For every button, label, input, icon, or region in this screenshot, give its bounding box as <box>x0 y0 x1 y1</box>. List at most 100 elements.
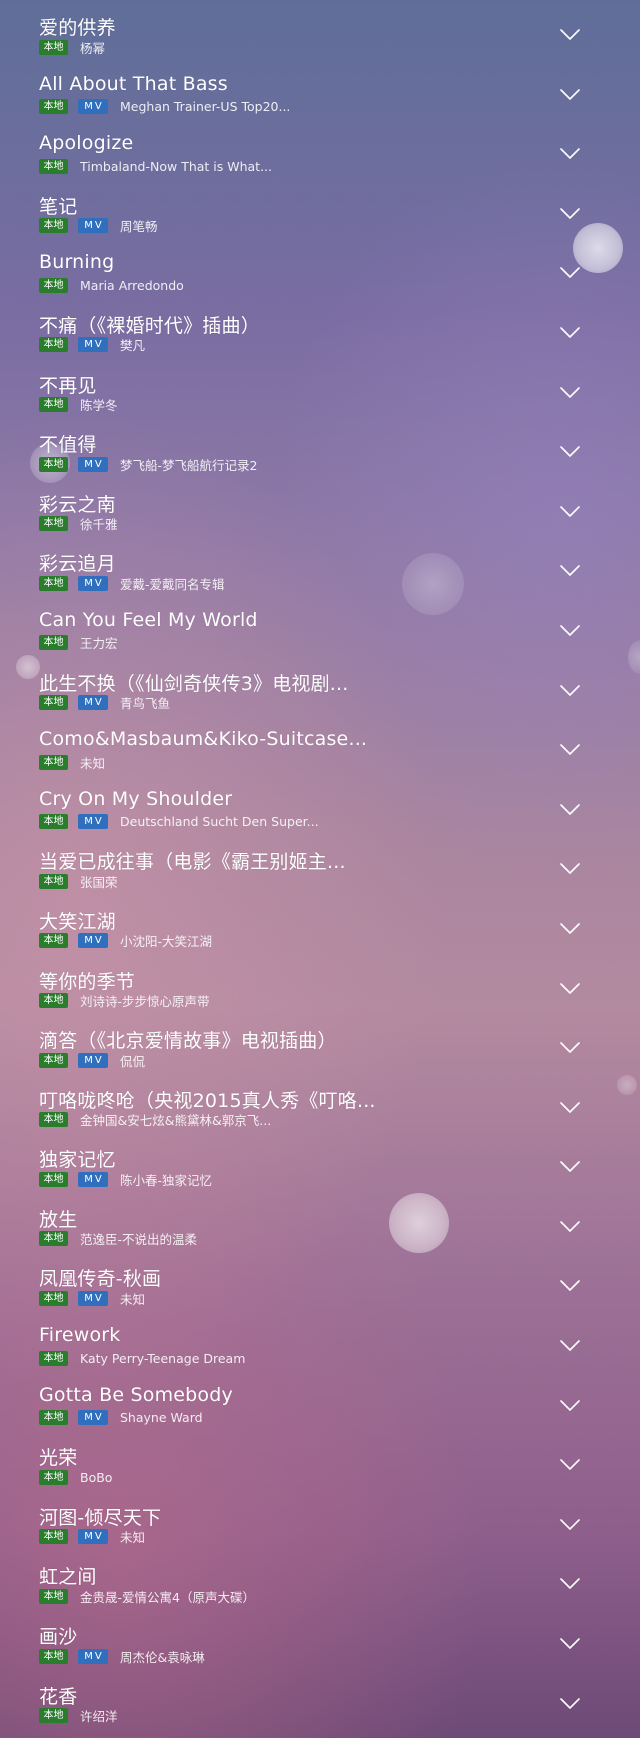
song-title: 彩云之南 <box>39 493 116 516</box>
song-artist: 未知 <box>120 1530 146 1546</box>
mv-badge[interactable]: MV <box>78 695 108 711</box>
local-badge: 本地 <box>39 1708 68 1724</box>
chevron-down-icon[interactable] <box>560 1161 580 1173</box>
song-row[interactable]: 放生 本地 范逸臣-不说出的温柔 <box>0 1192 640 1252</box>
song-row[interactable]: 此生不换（《仙剑奇侠传3》电视剧... 本地 MV 青鸟飞鱼 <box>0 656 640 716</box>
song-row[interactable]: 河图-倾尽天下 本地 MV 未知 <box>0 1490 640 1550</box>
song-meta: 本地 MV Meghan Trainer-US Top20... <box>39 99 290 115</box>
mv-badge[interactable]: MV <box>78 1171 108 1187</box>
chevron-down-icon[interactable] <box>560 982 580 995</box>
chevron-down-icon[interactable] <box>560 88 580 101</box>
chevron-down-icon[interactable] <box>560 863 580 875</box>
song-row[interactable]: Como&Masbaum&Kiko-Suitcase... 本地 未知 <box>0 715 640 775</box>
mv-badge[interactable]: MV <box>78 1052 108 1068</box>
mv-badge[interactable]: MV <box>78 337 108 353</box>
song-row[interactable]: 不再见 本地 陈学冬 <box>0 358 640 418</box>
song-artist: 未知 <box>120 1291 146 1307</box>
song-row[interactable]: 凤凰传奇-秋画 本地 MV 未知 <box>0 1251 640 1311</box>
mv-badge[interactable]: MV <box>78 218 108 234</box>
chevron-down-icon[interactable] <box>560 386 580 399</box>
chevron-down-icon[interactable] <box>560 1519 580 1531</box>
chevron-down-icon[interactable] <box>560 923 580 935</box>
local-badge: 本地 <box>39 1588 68 1604</box>
chevron-down-icon[interactable] <box>560 327 580 339</box>
song-row[interactable]: Cry On My Shoulder 本地 MV Deutschland Sucht … <box>0 775 640 835</box>
song-row[interactable]: 独家记忆 本地 MV 陈小春-独家记忆 <box>0 1132 640 1192</box>
chevron-down-icon[interactable] <box>560 1042 580 1054</box>
local-badge: 本地 <box>39 1410 68 1426</box>
chevron-down-icon[interactable] <box>560 1221 580 1233</box>
song-meta: 本地 BoBo <box>39 1469 112 1485</box>
chevron-down-icon[interactable] <box>560 1578 580 1590</box>
chevron-down-icon[interactable] <box>560 1459 580 1471</box>
song-row[interactable]: Apologize 本地 Timbaland-Now That is What... <box>0 119 640 179</box>
mv-badge[interactable]: MV <box>78 1410 108 1426</box>
song-row[interactable]: 滴答（《北京爱情故事》电视插曲） 本地 MV 侃侃 <box>0 1013 640 1073</box>
local-badge: 本地 <box>39 516 68 532</box>
song-artist: 杨幂 <box>80 40 106 56</box>
song-row[interactable]: Firework 本地 Katy Perry-Teenage Dream <box>0 1311 640 1371</box>
chevron-down-icon[interactable] <box>560 803 580 816</box>
song-title: 不痛（《裸婚时代》插曲） <box>39 314 260 337</box>
chevron-down-icon[interactable] <box>560 1280 580 1292</box>
song-artist: Meghan Trainer-US Top20... <box>120 99 291 115</box>
song-row[interactable]: 虹之间 本地 金贵晟-爱情公寓4（原声大碟） <box>0 1549 640 1609</box>
chevron-down-icon[interactable] <box>560 1399 580 1412</box>
song-meta: 本地 MV 周杰伦&袁咏琳 <box>39 1648 205 1665</box>
song-artist: 樊凡 <box>120 338 146 354</box>
song-artist: 徐千雅 <box>80 517 118 533</box>
song-title: 彩云追月 <box>39 553 116 576</box>
song-row[interactable]: 爱的供养 本地 杨幂 <box>0 0 640 60</box>
chevron-down-icon[interactable] <box>560 207 580 220</box>
song-row[interactable]: 花香 本地 许绍洋 <box>0 1669 640 1729</box>
song-meta: 本地 范逸臣-不说出的温柔 <box>39 1231 197 1247</box>
local-badge: 本地 <box>39 39 68 55</box>
chevron-down-icon[interactable] <box>560 684 580 697</box>
mv-badge[interactable]: MV <box>78 575 108 591</box>
local-badge: 本地 <box>39 1350 68 1366</box>
song-title: 花香 <box>39 1685 78 1708</box>
local-badge: 本地 <box>39 695 68 711</box>
song-row[interactable]: All About That Bass 本地 MV Meghan Trainer-US… <box>0 60 640 120</box>
local-badge: 本地 <box>39 1469 68 1485</box>
chevron-down-icon[interactable] <box>560 267 580 279</box>
song-row[interactable]: Can You Feel My World 本地 王力宏 <box>0 596 640 656</box>
song-row[interactable]: 画沙 本地 MV 周杰伦&袁咏琳 <box>0 1609 640 1669</box>
chevron-down-icon[interactable] <box>560 565 580 577</box>
chevron-down-icon[interactable] <box>560 505 580 518</box>
song-row[interactable]: 叮咯咙咚呛（央视2015真人秀《叮咯... 本地 金钟国&安七炫&熊黛林&郭京飞..… <box>0 1073 640 1133</box>
song-meta: 本地 许绍洋 <box>39 1708 118 1724</box>
chevron-down-icon[interactable] <box>560 1638 580 1650</box>
song-meta: 本地 杨幂 <box>39 39 106 56</box>
song-title: 笔记 <box>39 195 78 218</box>
mv-badge[interactable]: MV <box>78 1648 108 1664</box>
song-row[interactable]: Burning 本地 Maria Arredondo <box>0 238 640 298</box>
song-row[interactable]: 不痛（《裸婚时代》插曲） 本地 MV 樊凡 <box>0 298 640 358</box>
chevron-down-icon[interactable] <box>560 148 580 160</box>
chevron-down-icon[interactable] <box>560 744 580 756</box>
chevron-down-icon[interactable] <box>560 1340 580 1352</box>
chevron-down-icon[interactable] <box>560 29 580 41</box>
song-row[interactable]: 当爱已成往事（电影《霸王别姬主... 本地 张国荣 <box>0 834 640 894</box>
song-row[interactable]: 大笑江湖 本地 MV 小沈阳-大笑江湖 <box>0 894 640 954</box>
chevron-down-icon[interactable] <box>560 1697 580 1710</box>
song-row[interactable]: 笔记 本地 MV 周笔畅 <box>0 179 640 239</box>
mv-badge[interactable]: MV <box>78 933 108 949</box>
mv-badge[interactable]: MV <box>78 814 108 830</box>
local-badge: 本地 <box>39 337 68 353</box>
mv-badge[interactable]: MV <box>78 99 108 115</box>
song-row[interactable]: 不值得 本地 MV 梦飞船-梦飞船航行记录2 <box>0 417 640 477</box>
chevron-down-icon[interactable] <box>560 625 580 637</box>
mv-badge[interactable]: MV <box>78 1290 108 1306</box>
song-row[interactable]: 等你的季节 本地 刘诗诗-步步惊心原声带 <box>0 954 640 1014</box>
chevron-down-icon[interactable] <box>560 1101 580 1114</box>
mv-badge[interactable]: MV <box>78 1529 108 1545</box>
song-title: 等你的季节 <box>39 970 136 993</box>
song-row[interactable]: 彩云追月 本地 MV 爱戴-爱戴同名专辑 <box>0 536 640 596</box>
mv-badge[interactable]: MV <box>78 456 108 472</box>
song-row[interactable]: 光荣 本地 BoBo <box>0 1430 640 1490</box>
song-meta: 本地 陈学冬 <box>39 397 118 413</box>
song-row[interactable]: 彩云之南 本地 徐千雅 <box>0 477 640 537</box>
song-row[interactable]: Gotta Be Somebody 本地 MV Shayne Ward <box>0 1371 640 1431</box>
chevron-down-icon[interactable] <box>560 446 580 458</box>
